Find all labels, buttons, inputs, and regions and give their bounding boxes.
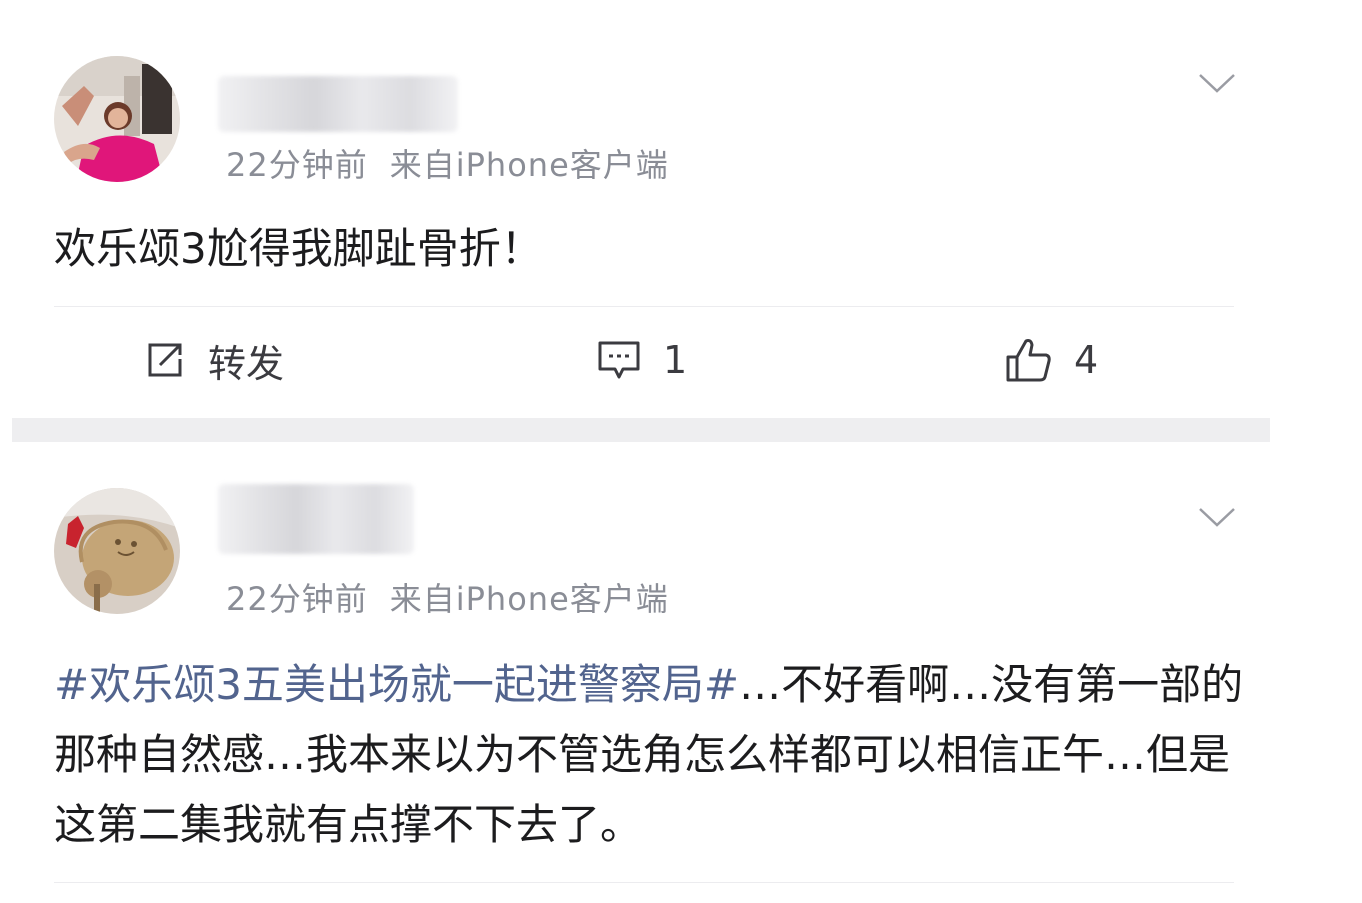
post-card: 22分钟前 来自iPhone客户端 #欢乐颂3五美出场就一起进警察局#…不好看啊…… [0, 442, 1362, 903]
avatar[interactable] [54, 56, 180, 182]
divider [54, 882, 1234, 883]
post-content: 欢乐颂3尬得我脚趾骨折！ [54, 224, 543, 273]
hashtag-link[interactable]: #欢乐颂3五美出场就一起进警察局# [54, 660, 739, 709]
post-separator [12, 418, 1270, 442]
repost-button[interactable]: 转发 [144, 332, 284, 388]
post-meta: 22分钟前 来自iPhone客户端 [226, 574, 669, 620]
post-content: #欢乐颂3五美出场就一起进警察局#…不好看啊…没有第一部的那种自然感…我本来以为… [54, 650, 1254, 860]
post-time: 22分钟前 [226, 580, 368, 618]
username-blurred[interactable] [218, 484, 414, 554]
like-icon [1004, 337, 1052, 383]
comment-button[interactable]: 1 [597, 332, 687, 388]
username-blurred[interactable] [218, 76, 458, 132]
divider [54, 306, 1234, 307]
like-count: 4 [1074, 338, 1099, 382]
post-source: 来自iPhone客户端 [389, 146, 669, 184]
comment-icon [597, 339, 641, 381]
avatar[interactable] [54, 488, 180, 614]
like-button[interactable]: 4 [1004, 332, 1098, 388]
avatar-photo [54, 488, 180, 614]
weibo-comment-feed: 22分钟前 来自iPhone客户端 欢乐颂3尬得我脚趾骨折！ 转发 1 4 22… [0, 0, 1362, 903]
avatar-photo [54, 56, 180, 182]
post-card: 22分钟前 来自iPhone客户端 欢乐颂3尬得我脚趾骨折！ 转发 1 4 [0, 0, 1362, 418]
chevron-down-icon[interactable] [1198, 506, 1236, 528]
post-source: 来自iPhone客户端 [389, 580, 669, 618]
comment-count: 1 [663, 338, 688, 382]
repost-icon [144, 339, 186, 381]
post-meta: 22分钟前 来自iPhone客户端 [226, 140, 669, 186]
repost-label: 转发 [208, 341, 285, 386]
chevron-down-icon[interactable] [1198, 72, 1236, 94]
post-time: 22分钟前 [226, 146, 368, 184]
